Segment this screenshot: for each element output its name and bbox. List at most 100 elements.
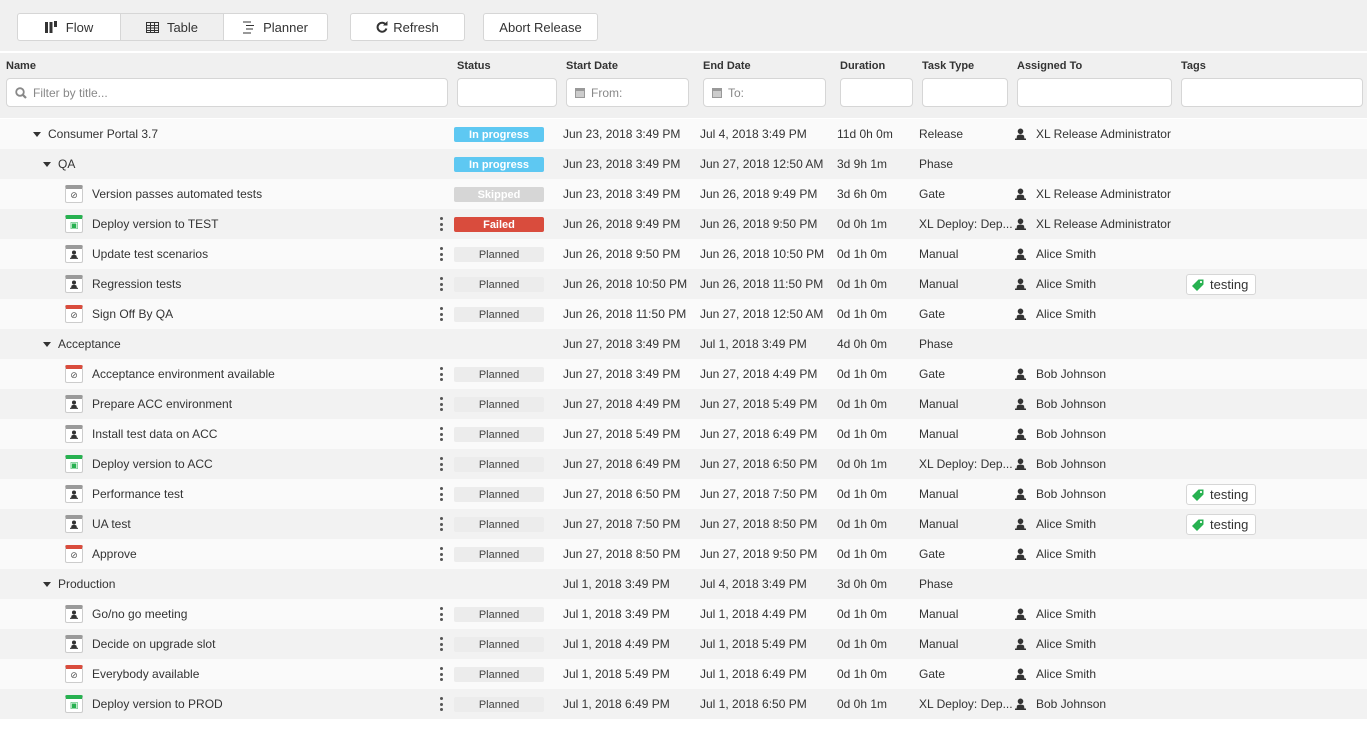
more-actions-icon[interactable] xyxy=(437,397,445,411)
task-name[interactable]: Deploy version to TEST xyxy=(92,217,219,231)
planner-view-button[interactable]: Planner xyxy=(224,14,327,40)
task-name[interactable]: Go/no go meeting xyxy=(92,607,187,621)
more-actions-icon[interactable] xyxy=(437,487,445,501)
start-date: Jun 27, 2018 8:50 PM xyxy=(563,539,680,569)
task-row[interactable]: UA test Planned Jun 27, 2018 7:50 PM Jun 27… xyxy=(0,509,1367,539)
group-row[interactable]: Consumer Portal 3.7 In progress Jun 23, 20… xyxy=(0,119,1367,149)
dot xyxy=(439,498,443,501)
end-date: Jul 4, 2018 3:49 PM xyxy=(700,569,807,599)
assigned-to: Alice Smith xyxy=(1015,539,1096,569)
user-icon xyxy=(1015,278,1026,290)
task-name[interactable]: UA test xyxy=(92,517,131,531)
task-row[interactable]: Install test data on ACC Planned Jun 27, 2… xyxy=(0,419,1367,449)
duration-filter-input[interactable] xyxy=(840,78,913,107)
group-row[interactable]: Production Jul 1, 2018 3:49 PM Jul 4, 2018… xyxy=(0,569,1367,599)
more-actions-icon[interactable] xyxy=(437,367,445,381)
more-actions-icon[interactable] xyxy=(437,277,445,291)
manual-glyph xyxy=(70,430,78,441)
name-column-header: Name xyxy=(6,60,36,72)
gate-glyph: ⊘ xyxy=(70,310,78,320)
more-actions-icon[interactable] xyxy=(437,697,445,711)
task-name[interactable]: Deploy version to ACC xyxy=(92,457,213,471)
dot xyxy=(439,402,443,406)
task-name[interactable]: Everybody available xyxy=(92,667,199,681)
more-actions-icon[interactable] xyxy=(437,637,445,651)
task-row[interactable]: ⊘ Acceptance environment available Planned… xyxy=(0,359,1367,389)
task-row[interactable]: Decide on upgrade slot Planned Jul 1, 2018… xyxy=(0,629,1367,659)
group-row[interactable]: QA In progress Jun 23, 2018 3:49 PM Jun 27,… xyxy=(0,149,1367,179)
task-row[interactable]: Performance test Planned Jun 27, 2018 6:50… xyxy=(0,479,1367,509)
collapse-caret-icon[interactable] xyxy=(43,161,51,167)
duration: 11d 0h 0m xyxy=(837,119,893,149)
task-row[interactable]: ▣ Deploy version to ACC Planned Jun 27, 201… xyxy=(0,449,1367,479)
task-row[interactable]: Regression tests Planned Jun 26, 2018 10:5… xyxy=(0,269,1367,299)
end-date-filter-input[interactable]: To: xyxy=(703,78,826,107)
collapse-caret-icon[interactable] xyxy=(33,131,41,137)
task-name[interactable]: Performance test xyxy=(92,487,183,501)
task-name[interactable]: Update test scenarios xyxy=(92,247,208,261)
assigned-to-filter-input[interactable] xyxy=(1017,78,1172,107)
more-actions-icon[interactable] xyxy=(437,247,445,261)
task-name[interactable]: Install test data on ACC xyxy=(92,427,217,441)
start-date: Jun 26, 2018 9:49 PM xyxy=(563,209,680,239)
task-name[interactable]: Acceptance environment available xyxy=(92,367,275,381)
tag-chip[interactable]: testing xyxy=(1186,484,1257,505)
assignee-name: Alice Smith xyxy=(1036,247,1097,261)
task-name[interactable]: Deploy version to PROD xyxy=(92,697,223,711)
duration: 0d 0h 1m xyxy=(837,689,887,719)
task-name[interactable]: Decide on upgrade slot xyxy=(92,637,215,651)
more-actions-icon[interactable] xyxy=(437,667,445,681)
status-badge: Planned xyxy=(454,307,544,322)
end-date: Jul 1, 2018 4:49 PM xyxy=(700,599,807,629)
start-date-filter-input[interactable]: From: xyxy=(566,78,689,107)
task-name[interactable]: Sign Off By QA xyxy=(92,307,173,321)
dot xyxy=(439,432,443,436)
task-row[interactable]: ⊘ Version passes automated tests Skipped Ju… xyxy=(0,179,1367,209)
refresh-button[interactable]: Refresh xyxy=(350,13,465,41)
task-row[interactable]: ⊘ Sign Off By QA Planned Jun 26, 2018 11:50… xyxy=(0,299,1367,329)
more-actions-icon[interactable] xyxy=(437,457,445,471)
dot xyxy=(439,672,443,676)
more-actions-icon[interactable] xyxy=(437,307,445,321)
more-actions-icon[interactable] xyxy=(437,517,445,531)
tag-label: testing xyxy=(1210,487,1249,502)
task-name[interactable]: Approve xyxy=(92,547,137,561)
name-filter-input[interactable]: Filter by title... xyxy=(6,78,448,107)
deploy-glyph: ▣ xyxy=(69,700,79,710)
collapse-caret-icon[interactable] xyxy=(43,581,51,587)
flow-view-button[interactable]: Flow xyxy=(18,14,121,40)
task-type: XL Deploy: Dep... xyxy=(919,689,1013,719)
more-actions-icon[interactable] xyxy=(437,547,445,561)
manual-task-icon xyxy=(65,635,83,653)
task-type-filter-input[interactable] xyxy=(922,78,1008,107)
more-actions-icon[interactable] xyxy=(437,427,445,441)
table-view-button[interactable]: Table xyxy=(121,14,224,40)
task-name[interactable]: Production xyxy=(58,577,115,591)
duration-text: 0d 1h 0m xyxy=(837,517,888,531)
tags-filter-input[interactable] xyxy=(1181,78,1363,107)
collapse-caret-icon[interactable] xyxy=(43,341,51,347)
start-date: Jul 1, 2018 3:49 PM xyxy=(563,599,670,629)
task-row[interactable]: ⊘ Approve Planned Jun 27, 2018 8:50 PM Jun 2… xyxy=(0,539,1367,569)
tag-chip[interactable]: testing xyxy=(1186,514,1257,535)
task-name[interactable]: Consumer Portal 3.7 xyxy=(48,127,158,141)
task-row[interactable]: Prepare ACC environment Planned Jun 27, 20… xyxy=(0,389,1367,419)
task-name[interactable]: Acceptance xyxy=(58,337,121,351)
task-row[interactable]: ⊘ Everybody available Planned Jul 1, 2018 5… xyxy=(0,659,1367,689)
task-row[interactable]: ▣ Deploy version to PROD Planned Jul 1, 201… xyxy=(0,689,1367,719)
group-row[interactable]: Acceptance Jun 27, 2018 3:49 PM Jul 1, 201… xyxy=(0,329,1367,359)
task-name[interactable]: QA xyxy=(58,157,75,171)
status-filter-input[interactable] xyxy=(457,78,557,107)
more-actions-icon[interactable] xyxy=(437,607,445,621)
task-row[interactable]: Go/no go meeting Planned Jul 1, 2018 3:49 … xyxy=(0,599,1367,629)
tag-chip[interactable]: testing xyxy=(1186,274,1257,295)
task-row[interactable]: Update test scenarios Planned Jun 26, 2018… xyxy=(0,239,1367,269)
task-name[interactable]: Prepare ACC environment xyxy=(92,397,232,411)
abort-release-button[interactable]: Abort Release xyxy=(483,13,598,41)
task-row[interactable]: ▣ Deploy version to TEST Failed Jun 26, 201… xyxy=(0,209,1367,239)
task-name[interactable]: Regression tests xyxy=(92,277,181,291)
duration-text: 0d 1h 0m xyxy=(837,487,888,501)
task-name[interactable]: Version passes automated tests xyxy=(92,187,262,201)
more-actions-icon[interactable] xyxy=(437,217,445,231)
manual-glyph xyxy=(70,490,78,501)
